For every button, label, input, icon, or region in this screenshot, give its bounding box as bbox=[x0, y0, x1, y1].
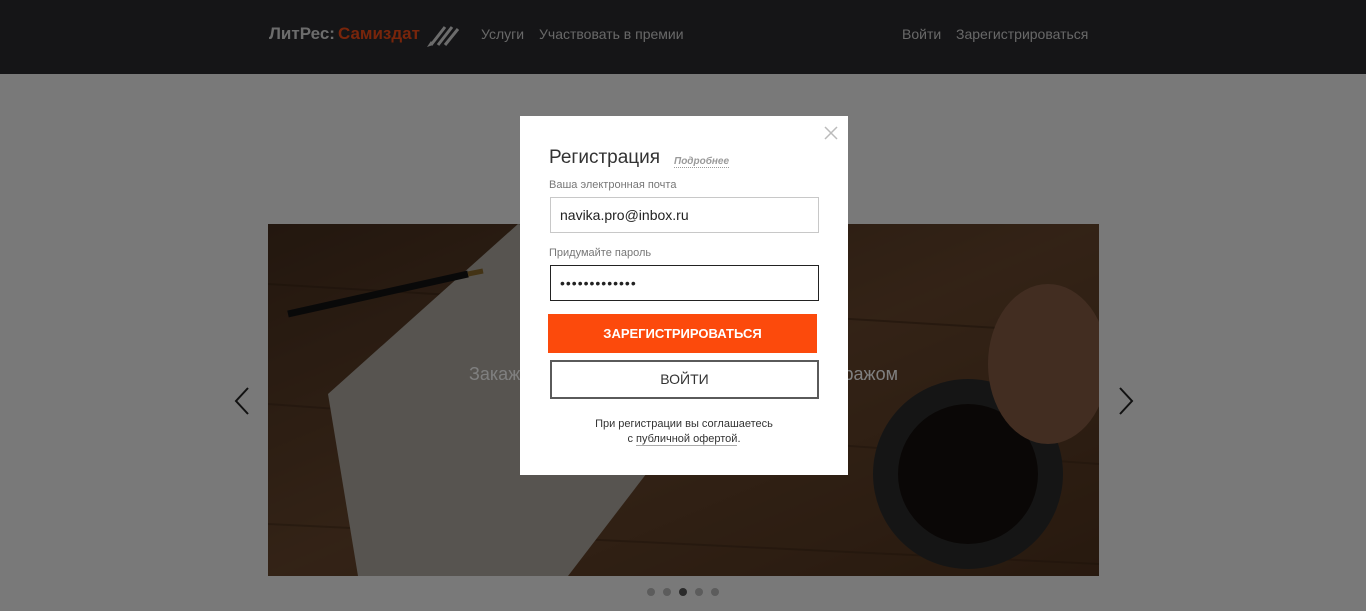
register-button[interactable]: ЗАРЕГИСТРИРОВАТЬСЯ bbox=[548, 314, 817, 353]
login-button[interactable]: ВОЙТИ bbox=[550, 360, 819, 399]
email-field[interactable]: navika.pro@inbox.ru bbox=[550, 197, 819, 233]
terms-line-1: При регистрации вы соглашаетесь bbox=[595, 418, 773, 430]
terms-line-2: с публичной офертой. bbox=[520, 432, 848, 447]
terms-text: При регистрации вы соглашаетесь с публич… bbox=[520, 417, 848, 447]
terms-prefix: с bbox=[627, 433, 633, 445]
more-info-link[interactable]: Подробнее bbox=[674, 156, 730, 168]
modal-title: Регистрация bbox=[549, 147, 661, 168]
registration-modal: Регистрация Подробнее Ваша электронная п… bbox=[520, 116, 848, 475]
password-field[interactable]: ••••••••••••• bbox=[550, 265, 819, 301]
password-label: Придумайте пароль bbox=[549, 247, 652, 259]
close-icon[interactable] bbox=[824, 126, 838, 140]
public-offer-link[interactable]: публичной офертой bbox=[636, 433, 738, 446]
terms-suffix: . bbox=[737, 433, 741, 445]
email-label: Ваша электронная почта bbox=[549, 179, 677, 191]
